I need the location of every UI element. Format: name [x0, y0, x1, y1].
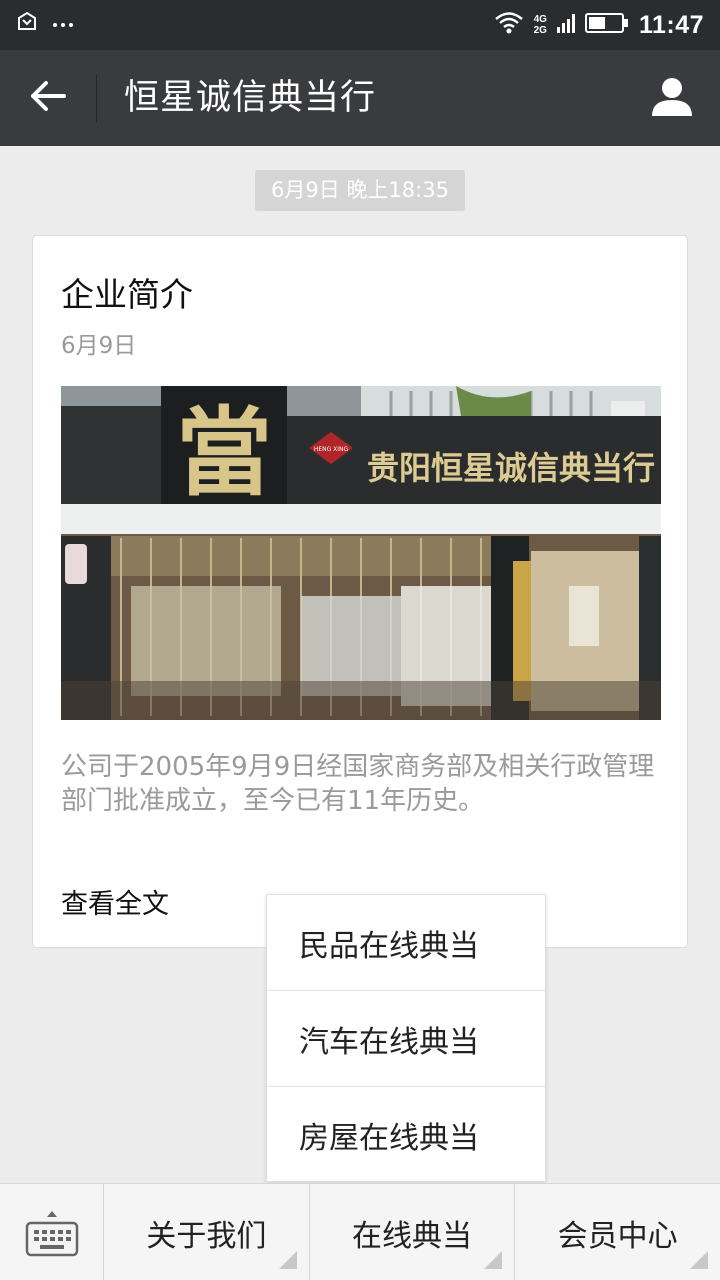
person-icon	[651, 75, 693, 121]
status-bar: 4G 2G 11:47	[0, 0, 720, 50]
signal-icon	[556, 11, 575, 39]
article-card[interactable]: 企业简介 6月9日 當 HENG XING 贵阳恒星诚信典当行 公司于2005年…	[32, 235, 688, 948]
menu-about-us-label: 关于我们	[146, 1218, 267, 1254]
menu-member-center[interactable]: 会员中心	[515, 1184, 720, 1280]
submenu-indicator-icon	[690, 1251, 709, 1269]
menu-online-pawn-label: 在线典当	[352, 1218, 472, 1254]
keyboard-icon	[23, 1203, 81, 1263]
submenu-item-goods-pawn[interactable]: 民品在线典当	[267, 895, 545, 991]
article-cover-image: 當 HENG XING 贵阳恒星诚信典当行	[61, 386, 661, 720]
submenu-item-car-pawn[interactable]: 汽车在线典当	[267, 991, 545, 1087]
online-pawn-submenu: 民品在线典当 汽车在线典当 房屋在线典当	[266, 894, 546, 1182]
menu-about-us[interactable]: 关于我们	[104, 1184, 310, 1280]
network-bottom-label: 2G	[533, 25, 547, 36]
bottom-menu: 关于我们 在线典当 会员中心	[0, 1183, 720, 1280]
article-date: 6月9日	[61, 333, 137, 359]
back-arrow-icon	[30, 80, 66, 116]
page-title: 恒星诚信典当行	[124, 78, 377, 118]
title-divider	[96, 74, 97, 122]
message-timestamp: 6月9日 晚上18:35	[255, 170, 465, 211]
network-top-label: 4G	[533, 14, 547, 25]
more-dots-icon	[52, 14, 74, 33]
clock: 11:47	[638, 10, 704, 39]
submenu-indicator-icon	[278, 1251, 297, 1269]
title-bar: 恒星诚信典当行	[0, 50, 720, 146]
back-button[interactable]	[22, 74, 74, 122]
menu-member-center-label: 会员中心	[557, 1218, 678, 1254]
wifi-icon	[494, 11, 524, 39]
article-title: 企业简介	[61, 275, 193, 314]
read-more-link[interactable]: 查看全文	[61, 882, 169, 921]
submenu-item-house-pawn[interactable]: 房屋在线典当	[267, 1087, 545, 1183]
article-summary: 公司于2005年9月9日经国家商务部及相关行政管理部门批准成立，至今已有11年历…	[61, 752, 655, 816]
sign-board-text: 贵阳恒星诚信典当行	[367, 449, 655, 487]
profile-button[interactable]	[648, 74, 696, 122]
sign-big-char: 當	[176, 396, 272, 509]
battery-icon	[584, 12, 629, 38]
network-type-label: 4G 2G	[534, 14, 547, 36]
submenu-indicator-icon	[484, 1251, 503, 1269]
menu-online-pawn[interactable]: 在线典当	[310, 1184, 516, 1280]
notification-box-icon	[16, 10, 38, 36]
sign-badge-text: HENG XING	[314, 446, 349, 453]
keyboard-toggle-button[interactable]	[0, 1184, 104, 1280]
